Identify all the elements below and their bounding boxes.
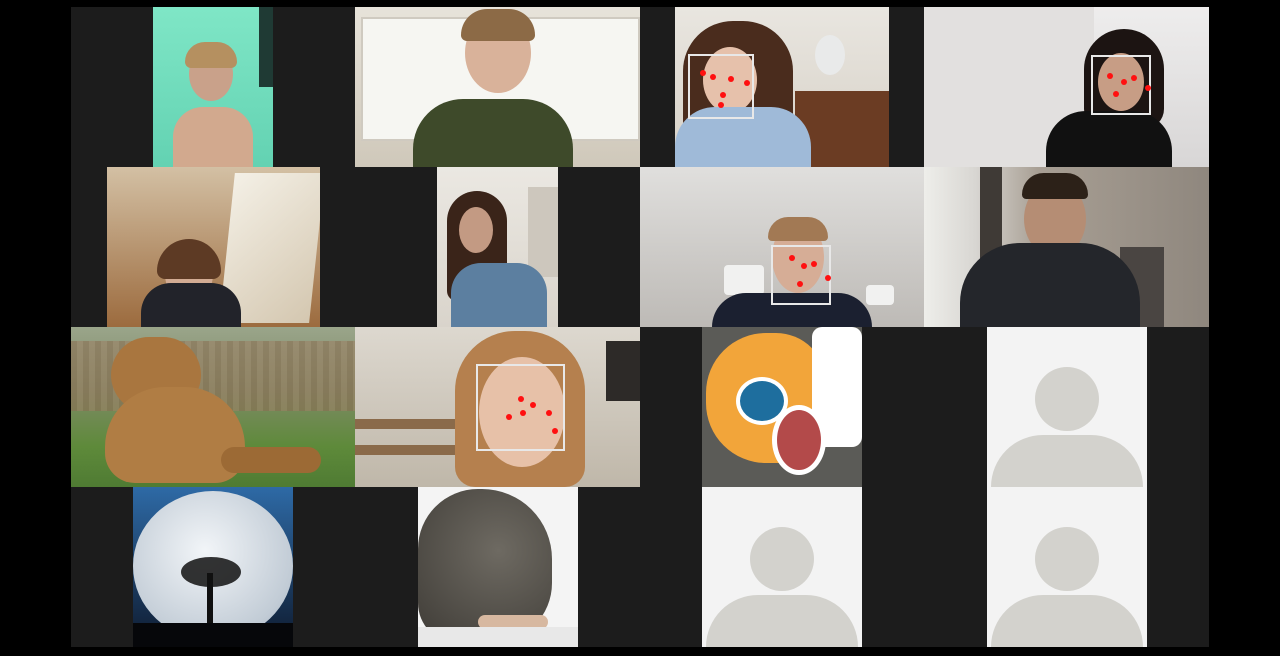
participant-tile-11[interactable] bbox=[640, 327, 924, 487]
participant-tile-14[interactable] bbox=[355, 487, 640, 647]
participant-tile-7[interactable] bbox=[640, 167, 924, 327]
video-gallery bbox=[71, 7, 1209, 647]
video-feed bbox=[355, 327, 640, 487]
participant-tile-6[interactable] bbox=[355, 167, 640, 327]
video-off-placeholder bbox=[987, 327, 1147, 487]
user-silhouette-icon bbox=[1035, 527, 1099, 591]
video-feed bbox=[675, 7, 889, 167]
participant-tile-3[interactable] bbox=[640, 7, 924, 167]
participant-tile-2[interactable] bbox=[355, 7, 640, 167]
participant-tile-16[interactable] bbox=[924, 487, 1209, 647]
video-feed bbox=[355, 7, 640, 167]
video-feed bbox=[153, 7, 273, 167]
user-silhouette-icon bbox=[1035, 367, 1099, 431]
participant-tile-8[interactable] bbox=[924, 167, 1209, 327]
face-tracking-box bbox=[1091, 55, 1151, 115]
profile-picture bbox=[418, 487, 578, 647]
profile-picture bbox=[133, 487, 293, 647]
participant-tile-13[interactable] bbox=[71, 487, 355, 647]
face-tracking-box bbox=[688, 54, 754, 119]
user-silhouette-body bbox=[991, 595, 1143, 647]
user-silhouette-body bbox=[706, 595, 858, 647]
video-off-placeholder bbox=[702, 487, 862, 647]
video-off-placeholder bbox=[987, 487, 1147, 647]
participant-tile-15[interactable] bbox=[640, 487, 924, 647]
profile-picture bbox=[702, 327, 862, 487]
video-feed bbox=[924, 7, 1209, 167]
participant-tile-12[interactable] bbox=[924, 327, 1209, 487]
participant-tile-4[interactable] bbox=[924, 7, 1209, 167]
video-feed bbox=[924, 167, 1209, 327]
face-tracking-box bbox=[476, 364, 565, 451]
participant-tile-5[interactable] bbox=[71, 167, 355, 327]
video-feed bbox=[107, 167, 320, 327]
video-feed bbox=[640, 167, 924, 327]
participant-tile-10[interactable] bbox=[355, 327, 640, 487]
participant-tile-9[interactable] bbox=[71, 327, 355, 487]
user-silhouette-body bbox=[991, 435, 1143, 487]
user-silhouette-icon bbox=[750, 527, 814, 591]
participant-tile-1[interactable] bbox=[71, 7, 355, 167]
video-feed bbox=[437, 167, 558, 327]
profile-picture bbox=[71, 327, 355, 487]
face-tracking-box bbox=[771, 245, 831, 305]
